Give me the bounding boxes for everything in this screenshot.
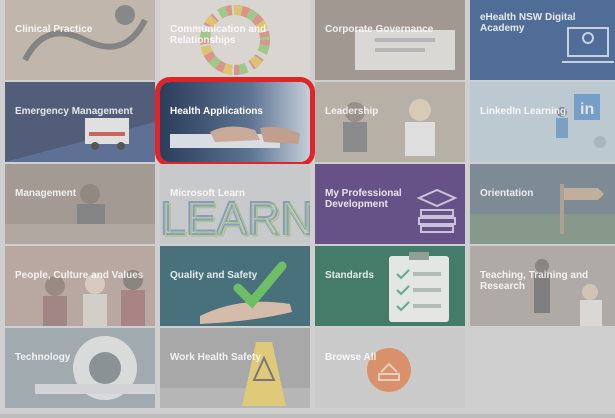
tile-label: LinkedIn Learning — [480, 106, 567, 117]
tile-label: Orientation — [480, 188, 534, 199]
tile-label: Work Health Safety — [170, 352, 261, 363]
tile-communication-and-relationships[interactable]: Communication and Relationships — [160, 0, 310, 80]
tile-label: Clinical Practice — [15, 24, 93, 35]
category-grid: Clinical Practice Communication and Rela… — [5, 0, 615, 408]
tile-clinical-practice[interactable]: Clinical Practice — [5, 0, 155, 80]
tile-veil — [160, 328, 310, 408]
tile-linkedin-learning[interactable]: in LinkedIn Learning — [470, 82, 615, 162]
tile-label: Standards — [325, 270, 374, 281]
tile-standards[interactable]: Standards — [315, 246, 465, 326]
bottom-edge — [0, 414, 615, 418]
tile-label: Emergency Management — [15, 106, 133, 117]
tile-veil — [470, 82, 615, 162]
tile-microsoft-learn[interactable]: LEARN LEARN Microsoft Learn — [160, 164, 310, 244]
tile-ehealth-nsw-digital-academy[interactable]: eHealth NSW Digital Academy — [470, 0, 615, 80]
tile-label: Browse All — [325, 352, 377, 363]
empty-slot — [470, 328, 615, 408]
tile-veil — [5, 246, 155, 326]
tile-label: eHealth NSW Digital Academy — [480, 12, 576, 34]
tile-leadership[interactable]: Leadership — [315, 82, 465, 162]
tile-label: Health Applications — [170, 106, 263, 117]
tile-veil — [5, 82, 155, 162]
tile-browse-all[interactable]: Browse All — [315, 328, 465, 408]
tile-veil — [315, 246, 465, 326]
tile-corporate-governance[interactable]: Corporate Governance — [315, 0, 465, 80]
tile-veil — [160, 246, 310, 326]
tile-teaching-training-and-research[interactable]: Teaching, Training and Research — [470, 246, 615, 326]
tile-label: Microsoft Learn — [170, 188, 246, 199]
tile-veil — [5, 328, 155, 408]
tile-label: Management — [15, 188, 77, 199]
tile-label: My Professional Development — [325, 188, 402, 210]
keyboard-hands-image — [160, 82, 310, 162]
tile-label: Technology — [15, 352, 71, 363]
tile-veil — [315, 328, 465, 408]
tile-veil — [160, 164, 310, 244]
tile-quality-and-safety[interactable]: Quality and Safety — [160, 246, 310, 326]
tile-my-professional-development[interactable]: My Professional Development — [315, 164, 465, 244]
tile-veil — [470, 164, 615, 244]
tile-label: Communication and Relationships — [170, 24, 267, 46]
tile-label: Corporate Governance — [325, 24, 434, 35]
tile-orientation[interactable]: Orientation — [470, 164, 615, 244]
tile-management[interactable]: Management — [5, 164, 155, 244]
tile-label: People, Culture and Values — [15, 270, 144, 281]
tile-technology[interactable]: Technology — [5, 328, 155, 408]
tile-veil — [5, 0, 155, 80]
tile-health-applications[interactable]: Health Applications — [155, 77, 315, 167]
tile-veil — [315, 0, 465, 80]
tile-work-health-safety[interactable]: Work Health Safety — [160, 328, 310, 408]
tile-label: Quality and Safety — [170, 270, 258, 281]
tile-people-culture-and-values[interactable]: People, Culture and Values — [5, 246, 155, 326]
tile-label: Teaching, Training and Research — [480, 270, 589, 292]
tile-veil — [5, 164, 155, 244]
tile-label: Leadership — [325, 106, 379, 117]
tile-veil — [315, 82, 465, 162]
tile-emergency-management[interactable]: Emergency Management — [5, 82, 155, 162]
